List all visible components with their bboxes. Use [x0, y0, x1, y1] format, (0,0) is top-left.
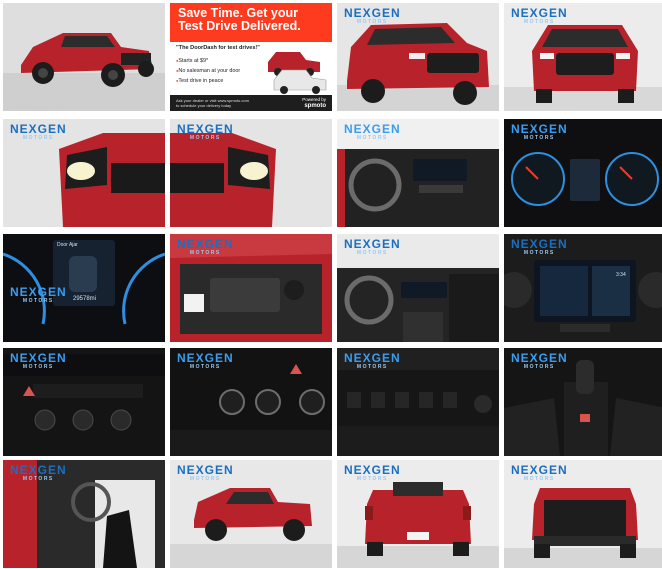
truck-front-three-quarter-image — [3, 3, 165, 111]
display-status-text: Door Ajar — [57, 242, 78, 248]
photo-thumbnail-switch-panel[interactable]: NEXGEN MOTORS — [337, 348, 499, 456]
dealer-logo: NEXGEN MOTORS — [344, 123, 401, 141]
dealer-logo-sub: MOTORS — [22, 135, 54, 141]
photo-thumbnail-exterior-front-three-quarter[interactable] — [3, 3, 165, 111]
ad-test-drive-banner[interactable]: Save Time. Get your Test Drive Delivered… — [170, 3, 332, 111]
photo-thumbnail-interior-dashboard[interactable]: NEXGEN MOTORS — [337, 119, 499, 227]
photo-thumbnail-climate-controls[interactable]: NEXGEN MOTORS — [3, 348, 165, 456]
ad-bullet: No salesman at your door — [176, 66, 266, 76]
dealer-logo: NEXGEN MOTORS — [177, 238, 234, 256]
ad-bullet: Starts at $9* — [176, 56, 266, 66]
photo-thumbnail-driver-seat[interactable]: NEXGEN MOTORS — [3, 460, 165, 568]
dealer-logo-sub: MOTORS — [22, 298, 54, 304]
photo-thumbnail-exterior-front[interactable]: NEXGEN MOTORS — [504, 3, 662, 111]
photo-thumbnail-engine-bay[interactable]: NEXGEN MOTORS — [170, 234, 332, 342]
dealer-logo: NEXGEN MOTORS — [511, 352, 568, 370]
ad-headline-line1: Save Time. Get your — [178, 6, 298, 20]
dealer-logo: NEXGEN MOTORS — [10, 464, 67, 482]
photo-thumbnail-gauge-cluster[interactable]: NEXGEN MOTORS — [504, 119, 662, 227]
dealer-logo: NEXGEN MOTORS — [344, 464, 401, 482]
infotainment-clock: 3:34 — [616, 272, 626, 278]
dealer-logo: NEXGEN MOTORS — [177, 464, 234, 482]
dealer-logo: NEXGEN MOTORS — [10, 123, 67, 141]
dealer-logo-text: NEXGEN — [10, 285, 67, 299]
ad-headline-line2: Test Drive Delivered. — [178, 19, 301, 33]
dealer-logo-text: NEXGEN — [177, 463, 234, 477]
dealer-logo-sub: MOTORS — [523, 135, 555, 141]
dealer-logo-text: NEXGEN — [177, 122, 234, 136]
photo-thumbnail-center-buttons[interactable]: NEXGEN MOTORS — [170, 348, 332, 456]
dealer-logo-sub: MOTORS — [189, 476, 221, 482]
dealer-logo-text: NEXGEN — [10, 122, 67, 136]
ad-body: "The DoorDash for test drives!" Starts a… — [170, 42, 332, 111]
dealer-logo-text: NEXGEN — [177, 351, 234, 365]
dealer-logo: NEXGEN MOTORS — [177, 123, 234, 141]
dealer-logo: NEXGEN MOTORS — [344, 238, 401, 256]
ad-bullet-list: Starts at $9* No salesman at your door T… — [176, 56, 266, 86]
photo-thumbnail-infotainment-screen[interactable]: 3:34 NEXGEN MOTORS — [504, 234, 662, 342]
dealer-logo-text: NEXGEN — [511, 351, 568, 365]
ad-powered-label: Powered by — [302, 97, 326, 102]
dealer-logo: NEXGEN MOTORS — [511, 464, 568, 482]
dealer-logo-text: NEXGEN — [511, 463, 568, 477]
photo-thumbnail-truck-bed[interactable]: NEXGEN MOTORS — [504, 460, 662, 568]
dealer-logo-sub: MOTORS — [523, 476, 555, 482]
photo-thumbnail-exterior-front-angle[interactable]: NEXGEN MOTORS — [337, 3, 499, 111]
dealer-logo-text: NEXGEN — [511, 237, 568, 251]
dealer-logo-text: NEXGEN — [511, 122, 568, 136]
photo-thumbnail-gear-shifter[interactable]: NEXGEN MOTORS — [504, 348, 662, 456]
dealer-logo-sub: MOTORS — [356, 135, 388, 141]
ad-headline: Save Time. Get your Test Drive Delivered… — [170, 3, 332, 42]
odometer-readout: 29578mi — [73, 296, 97, 302]
photo-thumbnail-headlight-left[interactable]: NEXGEN MOTORS — [3, 119, 165, 227]
photo-thumbnail-headlight-right[interactable]: NEXGEN MOTORS — [170, 119, 332, 227]
ad-footer: Ask your dealer or visit www.spmoto.com … — [170, 95, 332, 111]
dealer-logo-text: NEXGEN — [344, 6, 401, 20]
ad-bullet: Test drive in peace — [176, 76, 266, 86]
dealer-logo-sub: MOTORS — [356, 364, 388, 370]
dealer-logo-text: NEXGEN — [177, 237, 234, 251]
dealer-logo: NEXGEN MOTORS — [511, 238, 568, 256]
dealer-logo-sub: MOTORS — [189, 250, 221, 256]
dealer-logo-text: NEXGEN — [344, 237, 401, 251]
dealer-logo-text: NEXGEN — [10, 463, 67, 477]
dealer-logo: NEXGEN MOTORS — [511, 123, 568, 141]
dealer-logo-sub: MOTORS — [22, 364, 54, 370]
dealer-logo: NEXGEN MOTORS — [177, 352, 234, 370]
photo-thumbnail-interior-wide[interactable]: NEXGEN MOTORS — [337, 234, 499, 342]
ad-tagline: "The DoorDash for test drives!" — [176, 45, 260, 51]
dealer-logo-sub: MOTORS — [356, 19, 388, 25]
dealer-logo-text: NEXGEN — [10, 351, 67, 365]
dealer-logo: NEXGEN MOTORS — [10, 352, 67, 370]
dealer-logo-text: NEXGEN — [344, 351, 401, 365]
photo-thumbnail-exterior-side[interactable]: NEXGEN MOTORS — [170, 460, 332, 568]
dealer-logo-text: NEXGEN — [344, 122, 401, 136]
dealer-logo-sub: MOTORS — [189, 364, 221, 370]
ad-trucks-image — [268, 52, 327, 94]
dealer-logo-sub: MOTORS — [523, 250, 555, 256]
dealer-logo-sub: MOTORS — [22, 476, 54, 482]
ad-powered-by: Powered by spmoto — [302, 97, 326, 109]
dealer-logo: NEXGEN MOTORS — [511, 7, 568, 25]
dealer-logo-sub: MOTORS — [189, 135, 221, 141]
dealer-logo-text: NEXGEN — [344, 463, 401, 477]
dealer-logo: NEXGEN MOTORS — [344, 352, 401, 370]
dealer-logo: NEXGEN MOTORS — [344, 7, 401, 25]
photo-thumbnail-instrument-display[interactable]: Door Ajar 29578mi NEXGEN MOTORS — [3, 234, 165, 342]
dealer-logo: NEXGEN MOTORS — [10, 286, 67, 304]
dealer-logo-text: NEXGEN — [511, 6, 568, 20]
ad-brand-logo: spmoto — [304, 102, 326, 109]
dealer-logo-sub: MOTORS — [356, 250, 388, 256]
photo-gallery-grid: Save Time. Get your Test Drive Delivered… — [0, 0, 662, 569]
dealer-logo-sub: MOTORS — [523, 19, 555, 25]
dealer-logo-sub: MOTORS — [523, 364, 555, 370]
photo-thumbnail-exterior-rear[interactable]: NEXGEN MOTORS — [337, 460, 499, 568]
ad-footer-line2: to schedule your delivery today — [176, 103, 232, 108]
dealer-logo-sub: MOTORS — [356, 476, 388, 482]
